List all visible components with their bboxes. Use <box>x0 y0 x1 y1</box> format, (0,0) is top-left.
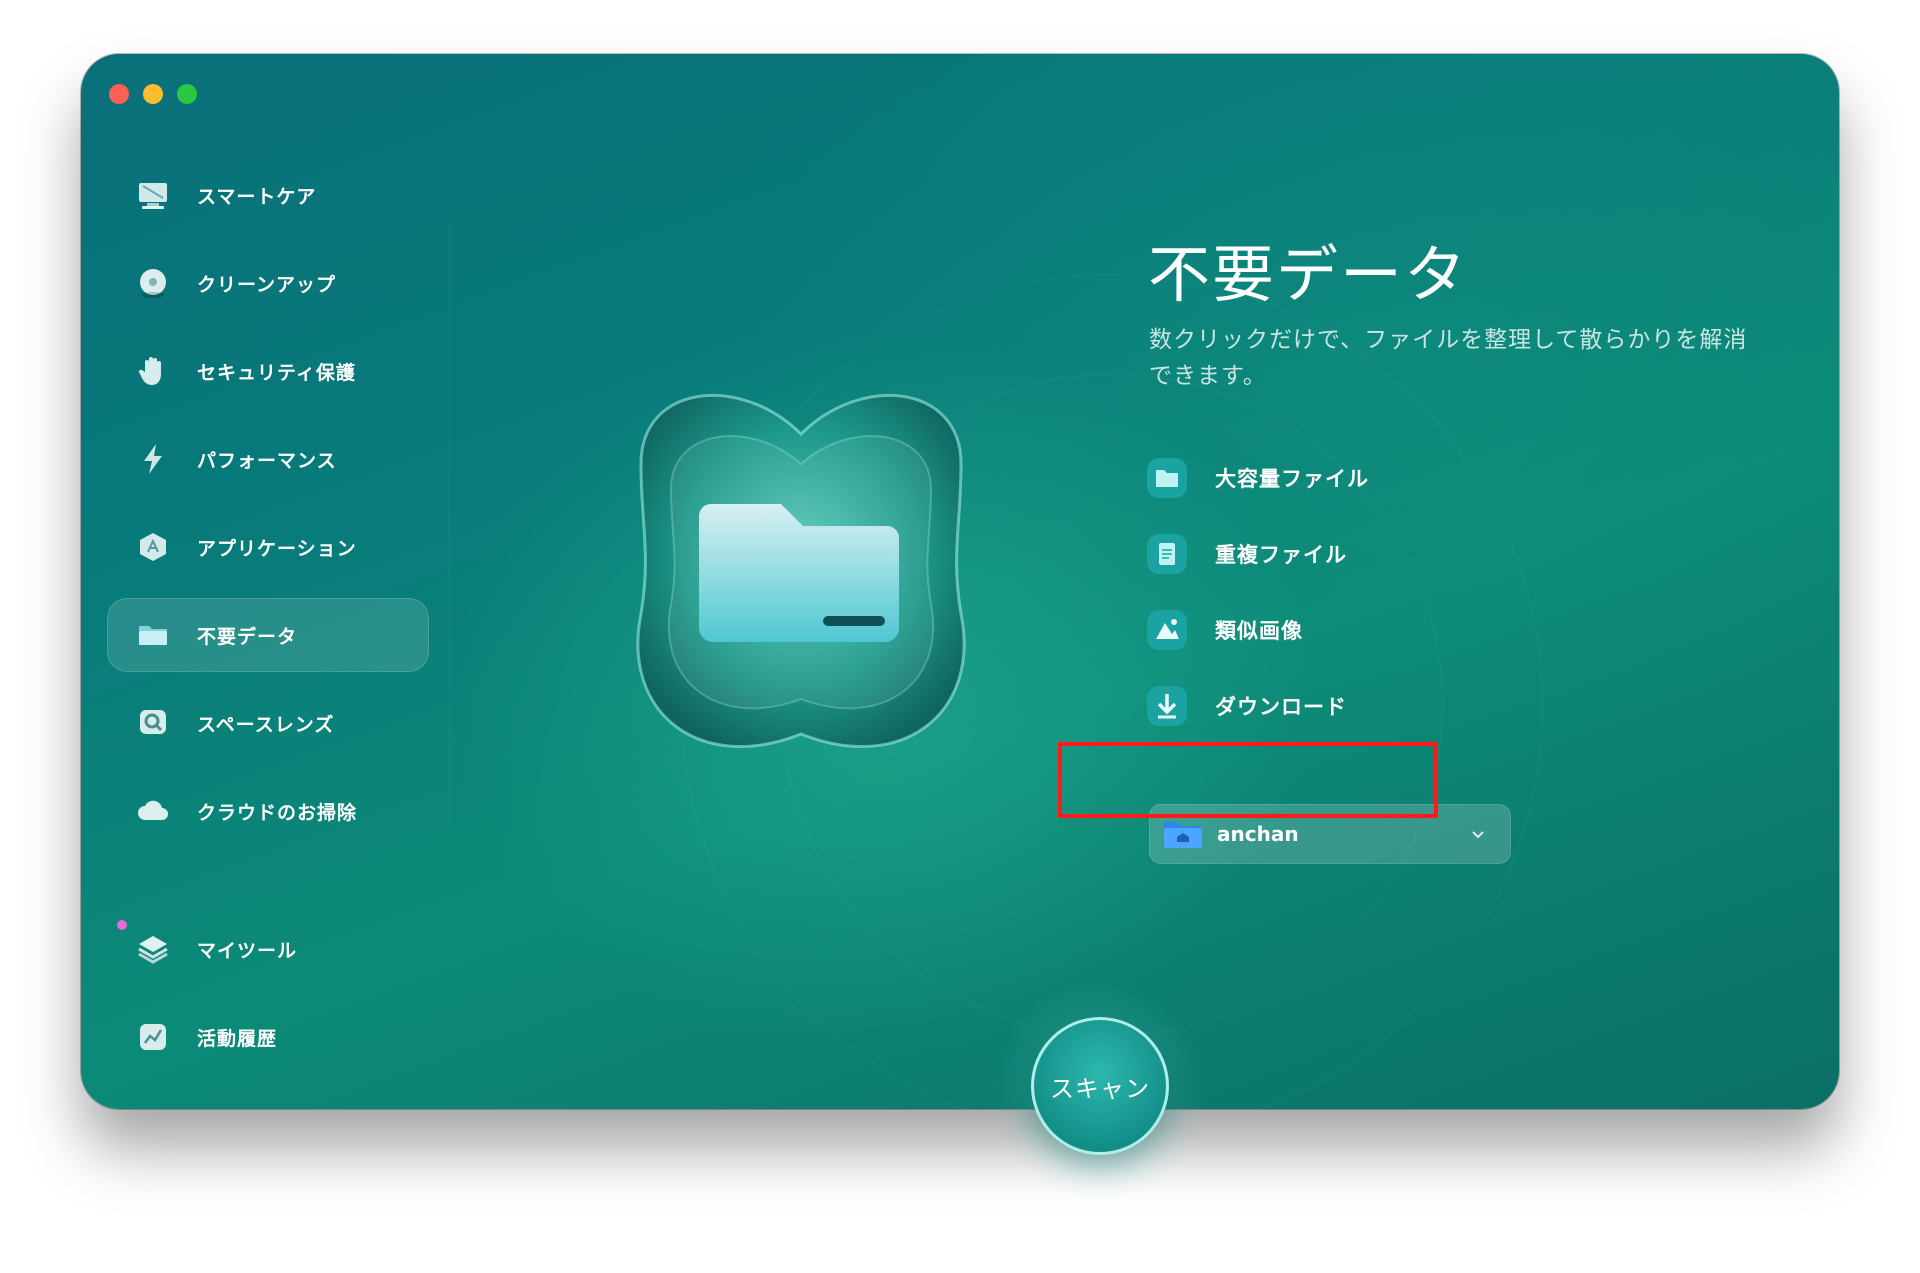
hand-icon <box>135 353 171 389</box>
monitor-icon <box>135 177 171 213</box>
duplicate-file-icon <box>1147 534 1187 574</box>
sidebar-item-label: 活動履歴 <box>197 1027 278 1050</box>
close-button[interactable] <box>109 84 129 104</box>
sidebar-item-applications[interactable]: アプリケーション <box>107 510 429 584</box>
sidebar-item-label: 不要データ <box>197 625 298 648</box>
cloud-icon <box>135 793 171 829</box>
zoom-button[interactable] <box>177 84 197 104</box>
sidebar-item-my-tools[interactable]: マイツール <box>107 912 429 986</box>
app-window: スマートケア クリーンアップ セキュリティ保護 パフォーマンス アプリケーション <box>81 54 1839 1109</box>
similar-image-icon <box>1147 610 1187 650</box>
feature-label: ダウンロード <box>1215 695 1347 719</box>
feature-label: 類似画像 <box>1215 619 1303 643</box>
download-icon <box>1147 686 1187 726</box>
lightning-icon <box>135 441 171 477</box>
notification-dot <box>117 920 127 930</box>
page-description: 数クリックだけで、ファイルを整理して散らかりを解消できます。 <box>1149 327 1748 389</box>
chevron-down-icon <box>1472 831 1484 839</box>
sidebar-item-label: セキュリティ保護 <box>197 361 356 384</box>
sidebar-item-label: パフォーマンス <box>197 449 337 472</box>
sidebar-item-cloud-cleanup[interactable]: クラウドのお掃除 <box>107 774 429 848</box>
minimize-button[interactable] <box>143 84 163 104</box>
scan-button[interactable]: スキャン <box>1031 1017 1169 1155</box>
sidebar-item-security[interactable]: セキュリティ保護 <box>107 334 429 408</box>
sidebar: スマートケア クリーンアップ セキュリティ保護 パフォーマンス アプリケーション <box>107 158 429 1088</box>
sidebar-item-performance[interactable]: パフォーマンス <box>107 422 429 496</box>
folder-icon <box>135 617 171 653</box>
hero-illustration <box>561 354 1041 814</box>
sidebar-item-unneeded-data[interactable]: 不要データ <box>107 598 429 672</box>
feature-downloads: ダウンロード <box>1145 682 1369 730</box>
sidebar-item-cleanup[interactable]: クリーンアップ <box>107 246 429 320</box>
sidebar-item-label: スペースレンズ <box>197 713 335 736</box>
sidebar-item-label: マイツール <box>197 939 298 962</box>
app-icon <box>135 529 171 565</box>
feature-duplicate-files: 重複ファイル <box>1145 530 1369 578</box>
sidebar-item-label: アプリケーション <box>197 537 357 560</box>
sidebar-item-space-lens[interactable]: スペースレンズ <box>107 686 429 760</box>
feature-similar-images: 類似画像 <box>1145 606 1369 654</box>
sidebar-divider <box>449 224 450 824</box>
sidebar-item-activity-history[interactable]: 活動履歴 <box>107 1000 429 1074</box>
layers-icon <box>135 931 171 967</box>
traffic-lights <box>109 84 197 104</box>
sidebar-item-label: クリーンアップ <box>197 273 337 296</box>
sidebar-item-smart-care[interactable]: スマートケア <box>107 158 429 232</box>
feature-large-files: 大容量ファイル <box>1145 454 1369 502</box>
page-title: 不要データ <box>1148 238 1469 311</box>
feature-label: 重複ファイル <box>1215 543 1347 567</box>
feature-label: 大容量ファイル <box>1215 467 1369 491</box>
chart-icon <box>135 1019 171 1055</box>
folder-selector-value: anchan <box>1217 822 1299 846</box>
home-folder-icon <box>1164 822 1202 848</box>
sidebar-item-label: スマートケア <box>197 185 317 208</box>
feature-list: 大容量ファイル 重複ファイル 類似画像 ダウンロード <box>1145 454 1369 758</box>
sidebar-item-label: クラウドのお掃除 <box>197 801 358 824</box>
lens-icon <box>135 705 171 741</box>
disc-icon <box>135 265 171 301</box>
highlight-frame <box>1058 742 1438 818</box>
large-file-icon <box>1147 458 1187 498</box>
